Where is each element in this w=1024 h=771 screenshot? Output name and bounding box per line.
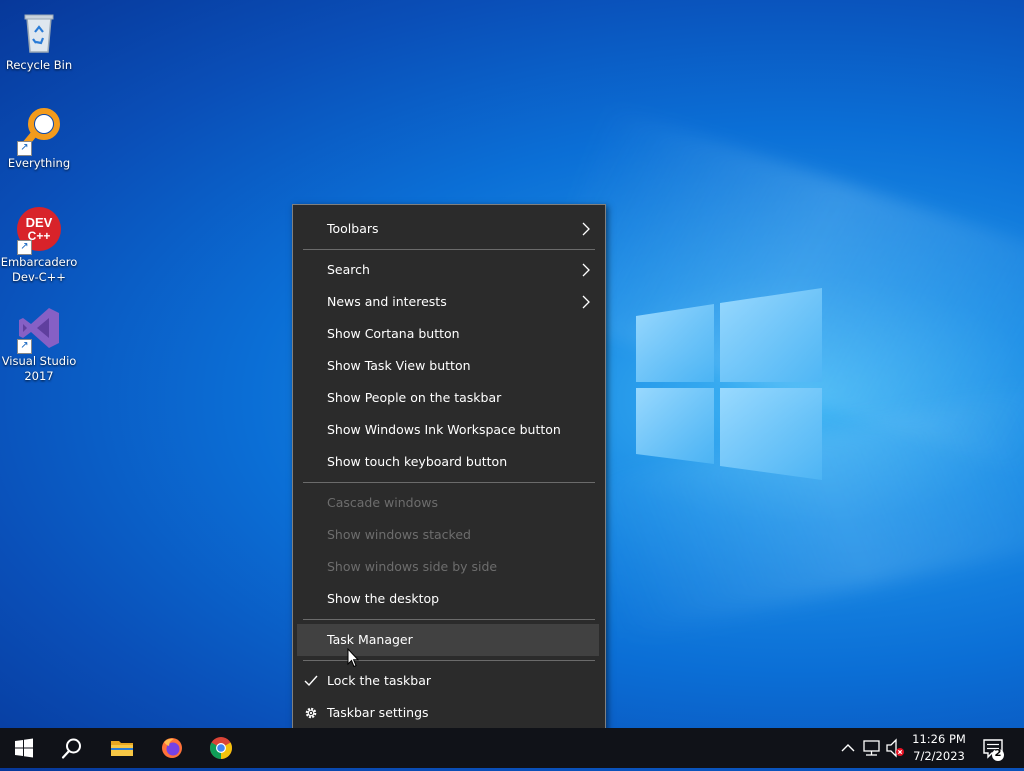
menu-item-label: Show windows stacked bbox=[327, 527, 471, 542]
menu-item-taskbar-settings[interactable]: Taskbar settings bbox=[293, 697, 605, 729]
start-button[interactable] bbox=[0, 728, 48, 768]
menu-separator bbox=[303, 619, 595, 620]
recycle-bin-icon bbox=[15, 8, 63, 56]
menu-item-show-windows-ink[interactable]: Show Windows Ink Workspace button bbox=[293, 414, 605, 446]
volume-muted-icon bbox=[886, 738, 904, 758]
windows-logo-icon bbox=[15, 738, 33, 758]
menu-item-show-people[interactable]: Show People on the taskbar bbox=[293, 382, 605, 414]
checkmark-icon bbox=[304, 675, 318, 687]
menu-item-show-cortana-button[interactable]: Show Cortana button bbox=[293, 318, 605, 350]
menu-item-label: Show People on the taskbar bbox=[327, 390, 502, 405]
chevron-right-icon bbox=[582, 263, 590, 277]
volume-button[interactable] bbox=[884, 728, 906, 768]
menu-item-label: Show touch keyboard button bbox=[327, 454, 508, 469]
desktop-icon-devcpp[interactable]: DEV C++ ↗ Embarcadero Dev-C++ bbox=[0, 205, 78, 285]
desktop-icon-label: Recycle Bin bbox=[5, 58, 73, 72]
clock-date: 7/2/2023 bbox=[913, 749, 965, 763]
shortcut-arrow-icon: ↗ bbox=[17, 240, 32, 255]
devcpp-icon: DEV C++ ↗ bbox=[15, 205, 63, 255]
menu-item-label: Cascade windows bbox=[327, 495, 438, 510]
chevron-up-icon bbox=[841, 744, 855, 752]
firefox-button[interactable] bbox=[148, 728, 196, 768]
menu-item-label: Task Manager bbox=[327, 632, 413, 647]
file-explorer-button[interactable] bbox=[98, 728, 146, 768]
menu-item-show-the-desktop[interactable]: Show the desktop bbox=[293, 583, 605, 615]
taskbar-context-menu: Toolbars Search News and interests Show … bbox=[292, 204, 606, 739]
svg-text:DEV: DEV bbox=[26, 215, 53, 230]
menu-item-label: Show windows side by side bbox=[327, 559, 498, 574]
desktop-icon-everything[interactable]: ↗ Everything bbox=[0, 106, 78, 171]
visual-studio-icon: ↗ bbox=[15, 304, 63, 354]
firefox-icon bbox=[162, 738, 182, 758]
menu-item-lock-the-taskbar[interactable]: Lock the taskbar bbox=[293, 665, 605, 697]
taskbar: 11:26 PM 7/2/2023 2 bbox=[0, 728, 1024, 768]
menu-item-news-and-interests[interactable]: News and interests bbox=[293, 286, 605, 318]
gear-icon bbox=[305, 707, 317, 719]
shortcut-arrow-icon: ↗ bbox=[17, 141, 32, 156]
desktop-icon-visual-studio[interactable]: ↗ Visual Studio 2017 bbox=[0, 304, 78, 384]
menu-item-label: Search bbox=[327, 262, 370, 277]
notification-count-badge: 2 bbox=[994, 748, 1002, 759]
menu-item-label: Show Cortana button bbox=[327, 326, 460, 341]
system-clock[interactable]: 11:26 PM 7/2/2023 bbox=[906, 731, 972, 765]
desktop-icon-label: Embarcadero Dev-C++ bbox=[0, 255, 78, 284]
desktop-icon-label: Everything bbox=[7, 156, 71, 170]
menu-item-toolbars[interactable]: Toolbars bbox=[293, 213, 605, 245]
desktop-icon-label: Visual Studio 2017 bbox=[1, 354, 77, 383]
desktop-icon-recycle-bin[interactable]: Recycle Bin bbox=[0, 8, 78, 73]
network-button[interactable] bbox=[860, 728, 884, 768]
search-icon bbox=[61, 738, 81, 759]
menu-item-show-windows-side-by-side: Show windows side by side bbox=[293, 551, 605, 583]
mouse-cursor-icon bbox=[347, 648, 359, 668]
chrome-icon bbox=[210, 737, 232, 759]
action-center-button[interactable]: 2 bbox=[976, 728, 1016, 768]
menu-separator bbox=[303, 482, 595, 483]
show-hidden-icons-button[interactable] bbox=[836, 728, 860, 768]
menu-separator bbox=[303, 249, 595, 250]
network-icon bbox=[863, 740, 880, 756]
menu-item-label: News and interests bbox=[327, 294, 447, 309]
menu-item-label: Show Task View button bbox=[327, 358, 471, 373]
menu-item-label: Taskbar settings bbox=[327, 705, 429, 720]
menu-item-cascade-windows: Cascade windows bbox=[293, 487, 605, 519]
menu-item-task-manager[interactable]: Task Manager bbox=[297, 624, 599, 656]
menu-item-show-windows-stacked: Show windows stacked bbox=[293, 519, 605, 551]
chrome-button[interactable] bbox=[197, 728, 245, 768]
folder-icon bbox=[111, 741, 133, 756]
menu-item-label: Lock the taskbar bbox=[327, 673, 432, 688]
wallpaper-windows-logo bbox=[636, 288, 822, 480]
chevron-right-icon bbox=[582, 222, 590, 236]
shortcut-arrow-icon: ↗ bbox=[17, 339, 32, 354]
menu-item-label: Toolbars bbox=[327, 221, 379, 236]
menu-item-search[interactable]: Search bbox=[293, 254, 605, 286]
menu-item-show-task-view-button[interactable]: Show Task View button bbox=[293, 350, 605, 382]
menu-item-label: Show Windows Ink Workspace button bbox=[327, 422, 561, 437]
everything-search-icon: ↗ bbox=[15, 106, 63, 156]
chevron-right-icon bbox=[582, 295, 590, 309]
search-button[interactable] bbox=[48, 728, 96, 768]
menu-item-show-touch-keyboard[interactable]: Show touch keyboard button bbox=[293, 446, 605, 478]
clock-time: 11:26 PM bbox=[912, 732, 966, 746]
menu-item-label: Show the desktop bbox=[327, 591, 440, 606]
